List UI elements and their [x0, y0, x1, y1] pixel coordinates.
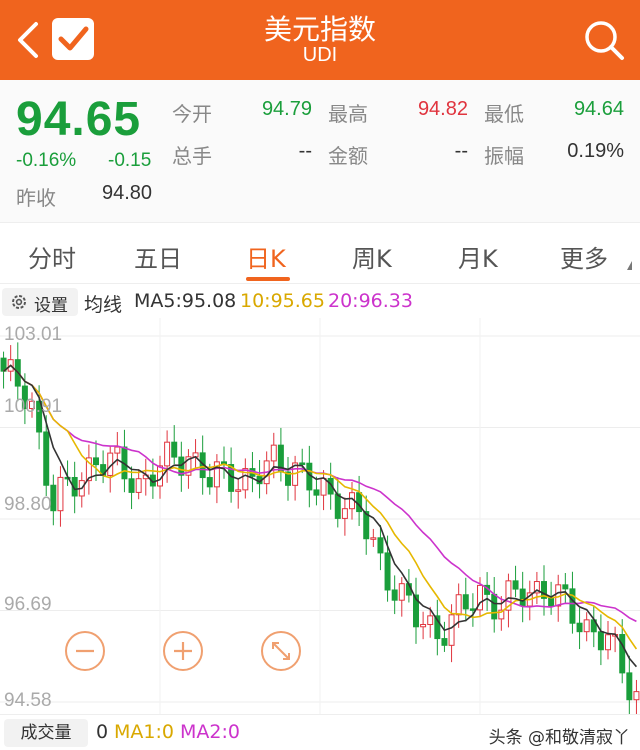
candle-body — [491, 593, 498, 620]
candle-body — [384, 552, 391, 591]
candle-body — [569, 588, 576, 624]
candle-body — [455, 594, 462, 616]
ma-legend-bar: 设置 均线 MA5:95.08 10:95.65 20:96.33 — [0, 286, 640, 318]
amount-value: -- — [454, 140, 468, 162]
candle-body — [235, 489, 242, 492]
y-label-bottom: 94.58 — [4, 690, 52, 711]
candle-body — [356, 492, 363, 513]
candle-body — [462, 594, 469, 610]
candle-body — [341, 508, 348, 519]
y-label-4: 96.69 — [4, 594, 52, 615]
candle-body — [164, 441, 171, 467]
page-title: 美元指数 — [263, 13, 376, 46]
candle-body — [597, 631, 604, 651]
high-label: 最高 — [328, 102, 368, 126]
open-value: 94.79 — [261, 98, 312, 120]
more-caret-icon — [627, 261, 632, 270]
period-tabs: 分时 五日 日K 周K 月K 更多 — [0, 222, 640, 284]
tab-monthly-k[interactable]: 月K — [458, 239, 498, 274]
app-header: 美元指数 UDI — [0, 0, 640, 80]
ma-label: 均线 — [84, 294, 123, 316]
y-label-2: 100.91 — [4, 396, 63, 417]
y-label-3: 98.80 — [4, 494, 52, 515]
candle-body — [420, 623, 427, 628]
change-amount: -0.15 — [108, 150, 152, 171]
amplitude-value: 0.19% — [567, 140, 624, 162]
change-percent: -0.16% — [16, 150, 77, 171]
current-price: 94.65 — [16, 93, 142, 146]
tab-daily-k[interactable]: 日K — [246, 239, 286, 274]
candle-body — [50, 484, 57, 512]
candle-body — [619, 634, 626, 674]
volume-value: -- — [298, 140, 312, 162]
tab-more[interactable]: 更多 — [560, 239, 608, 274]
candle-body — [299, 462, 306, 465]
page-subtitle: UDI — [302, 44, 338, 66]
candle-body — [548, 597, 555, 607]
candle-body — [313, 489, 320, 496]
amount-label: 金额 — [328, 144, 368, 168]
fullscreen-button[interactable] — [260, 630, 302, 672]
kline-chart[interactable]: 103.01 100.91 98.80 96.69 94.58 — [0, 318, 640, 716]
volume-ma2: MA2:0 — [180, 721, 240, 743]
volume-button[interactable]: 成交量 — [4, 719, 88, 747]
candle-body — [43, 431, 50, 486]
volume-label: 总手 — [172, 144, 212, 168]
ma10-value: 10:95.65 — [240, 290, 325, 312]
candle-body — [398, 583, 405, 601]
candle-body — [562, 584, 569, 590]
settings-label: 设置 — [34, 296, 68, 316]
candle-body — [441, 638, 448, 646]
candle-body — [114, 446, 121, 454]
candle-body — [512, 580, 519, 590]
candle-body — [320, 477, 327, 496]
candle-body — [370, 537, 377, 540]
candle-body — [605, 634, 611, 651]
tab-five-day[interactable]: 五日 — [134, 239, 182, 274]
prev-close-value: 94.80 — [102, 182, 153, 204]
volume-value: 0 — [96, 721, 109, 743]
candle-body — [57, 476, 64, 512]
candle-body — [334, 493, 341, 519]
search-icon[interactable] — [582, 18, 626, 62]
tab-intraday[interactable]: 分时 — [28, 239, 76, 274]
candle-body — [391, 589, 398, 601]
ma5-value: MA5:95.08 — [134, 290, 237, 312]
candle-body — [469, 608, 476, 611]
candle-body — [633, 691, 640, 701]
candle-body — [583, 619, 590, 633]
tab-weekly-k[interactable]: 周K — [352, 239, 392, 274]
y-label-top: 103.01 — [4, 324, 63, 345]
candle-body — [270, 444, 277, 462]
gear-icon — [12, 295, 26, 309]
candle-body — [576, 622, 583, 633]
low-value: 94.64 — [573, 98, 624, 120]
settings-button[interactable]: 设置 — [2, 288, 78, 316]
high-value: 94.82 — [417, 98, 468, 120]
volume-ma1: MA1:0 — [114, 721, 174, 743]
candle-body — [519, 588, 526, 607]
candle-body — [626, 672, 633, 701]
volume-indicator-bar: 成交量 0 MA1:0 MA2:0 头条 @和敬清寂丫 — [0, 714, 640, 750]
watermark: 头条 @和敬清寂丫 — [488, 728, 630, 748]
open-label: 今开 — [172, 102, 212, 126]
candle-body — [93, 457, 99, 466]
ma20-value: 20:96.33 — [328, 290, 413, 312]
candle-body — [427, 615, 434, 625]
candle-body — [135, 478, 142, 493]
quote-panel: 94.65 -0.16% -0.15 昨收 94.80 今开 94.79 最高 … — [0, 80, 640, 222]
candle-body — [377, 537, 384, 554]
zoom-out-button[interactable] — [64, 630, 106, 672]
candle-body — [128, 478, 135, 493]
prev-close-label: 昨收 — [16, 186, 56, 210]
candle-body — [171, 441, 178, 458]
low-label: 最低 — [484, 102, 524, 126]
active-tab-indicator — [246, 277, 290, 281]
zoom-in-button[interactable] — [162, 630, 204, 672]
candle-body — [206, 477, 213, 488]
candle-body — [448, 614, 455, 646]
amplitude-label: 振幅 — [484, 144, 524, 168]
